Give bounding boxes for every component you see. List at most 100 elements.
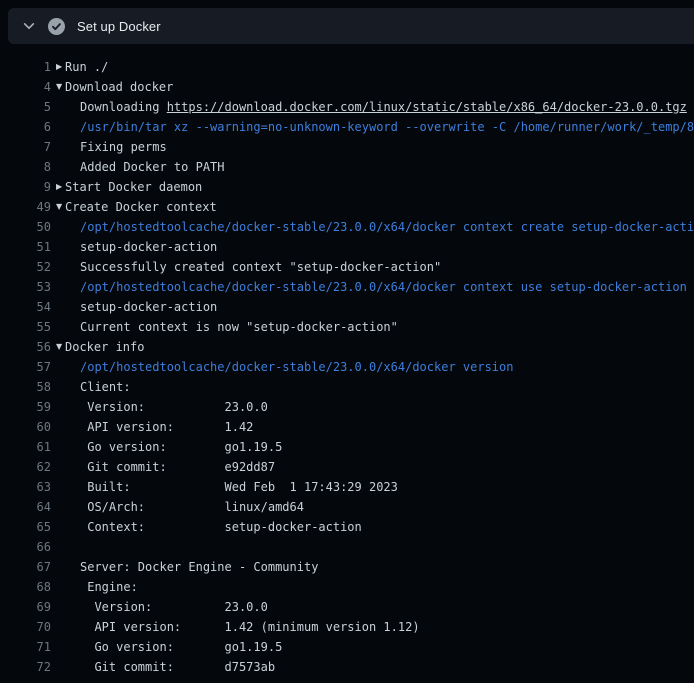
line-number[interactable]: 70 [0,617,51,637]
marker-spacer [56,317,65,337]
line-number[interactable]: 49 [0,197,51,217]
marker-spacer [56,237,65,257]
log-line: 63 Built: Wed Feb 1 17:43:29 2023 [0,477,694,497]
line-number[interactable]: 64 [0,497,51,517]
line-number[interactable]: 50 [0,217,51,237]
log-command-text: /opt/hostedtoolcache/docker-stable/23.0.… [65,357,513,377]
log-line: 65 Context: setup-docker-action [0,517,694,537]
disclosure-triangle-icon: ▶ [56,57,65,77]
log-text: Go version: go1.19.5 [65,637,282,657]
disclosure-triangle-icon: ▼ [56,77,65,97]
marker-spacer [56,137,65,157]
marker-spacer [56,657,65,677]
log-line: 68 Engine: [0,577,694,597]
line-number[interactable]: 53 [0,277,51,297]
log-text: Start Docker daemon [65,177,202,197]
line-number[interactable]: 7 [0,137,51,157]
marker-spacer [56,537,65,557]
log-group-row[interactable]: 9▶Start Docker daemon [0,177,694,197]
log-text: Built: Wed Feb 1 17:43:29 2023 [65,477,398,497]
log-line: 8 Added Docker to PATH [0,157,694,177]
log-group-row[interactable]: 4▼Download docker [0,77,694,97]
log-text: Run ./ [65,57,108,77]
log-group-row[interactable]: 49▼Create Docker context [0,197,694,217]
log-line: 54setup-docker-action [0,297,694,317]
line-number[interactable]: 8 [0,157,51,177]
log-text: Go version: go1.19.5 [65,437,282,457]
marker-spacer [56,397,65,417]
log-line-body: Current context is now "setup-docker-act… [56,317,398,337]
marker-spacer [56,497,65,517]
line-number[interactable]: 6 [0,117,51,137]
line-number[interactable]: 71 [0,637,51,657]
log-line-body: Server: Docker Engine - Community [56,557,318,577]
line-number[interactable]: 60 [0,417,51,437]
log-text: Client: [65,377,131,397]
step-title: Set up Docker [77,19,161,34]
line-number[interactable]: 57 [0,357,51,377]
log-group-row[interactable]: 1▶Run ./ [0,57,694,77]
log-link[interactable]: https://download.docker.com/linux/static… [167,100,687,114]
log-text: Engine: [65,577,138,597]
line-number[interactable]: 51 [0,237,51,257]
marker-spacer [56,517,65,537]
chevron-down-icon[interactable] [22,19,36,33]
log-line-body: /opt/hostedtoolcache/docker-stable/23.0.… [56,217,694,237]
log-text: Fixing perms [65,137,167,157]
line-number[interactable]: 59 [0,397,51,417]
line-number[interactable]: 66 [0,537,51,557]
line-number[interactable]: 65 [0,517,51,537]
line-number[interactable]: 55 [0,317,51,337]
log-line-body: /opt/hostedtoolcache/docker-stable/23.0.… [56,277,687,297]
log-line-body: setup-docker-action [56,237,217,257]
line-number[interactable]: 54 [0,297,51,317]
line-number[interactable]: 68 [0,577,51,597]
line-number[interactable]: 52 [0,257,51,277]
marker-spacer [56,477,65,497]
log-text: Git commit: e92dd87 [65,457,275,477]
log-text: Create Docker context [65,197,217,217]
line-number[interactable]: 4 [0,77,51,97]
log-group-row[interactable]: 56▼Docker info [0,337,694,357]
log-line-body: API version: 1.42 [56,417,253,437]
marker-spacer [56,557,65,577]
line-number[interactable]: 72 [0,657,51,677]
log-line-body: Successfully created context "setup-dock… [56,257,441,277]
line-number[interactable]: 69 [0,597,51,617]
line-number[interactable]: 1 [0,57,51,77]
log-line-body: Version: 23.0.0 [56,397,268,417]
line-number[interactable]: 62 [0,457,51,477]
log-viewer: 1▶Run ./4▼Download docker5Downloading ht… [0,44,694,683]
log-line-body: Go version: go1.19.5 [56,437,282,457]
line-number[interactable]: 5 [0,97,51,117]
line-number[interactable]: 63 [0,477,51,497]
log-line: 64 OS/Arch: linux/amd64 [0,497,694,517]
log-line: 50/opt/hostedtoolcache/docker-stable/23.… [0,217,694,237]
log-line-body: Client: [56,377,131,397]
log-command-text: /usr/bin/tar xz --warning=no-unknown-key… [65,117,694,137]
line-number[interactable]: 9 [0,177,51,197]
marker-spacer [56,117,65,137]
log-line: 67 Server: Docker Engine - Community [0,557,694,577]
step-header-set-up-docker[interactable]: Set up Docker [8,8,694,44]
marker-spacer [56,637,65,657]
log-text: Server: Docker Engine - Community [65,557,318,577]
log-line: 57/opt/hostedtoolcache/docker-stable/23.… [0,357,694,377]
line-number[interactable]: 61 [0,437,51,457]
log-line: 70 API version: 1.42 (minimum version 1.… [0,617,694,637]
log-line-body: /usr/bin/tar xz --warning=no-unknown-key… [56,117,694,137]
line-number[interactable]: 56 [0,337,51,357]
log-line: 7 Fixing perms [0,137,694,157]
marker-spacer [56,217,65,237]
log-line-body: Context: setup-docker-action [56,517,362,537]
log-text: Successfully created context "setup-dock… [65,257,441,277]
log-line-body: Built: Wed Feb 1 17:43:29 2023 [56,477,398,497]
log-line: 59 Version: 23.0.0 [0,397,694,417]
line-number[interactable]: 67 [0,557,51,577]
log-line: 53/opt/hostedtoolcache/docker-stable/23.… [0,277,694,297]
line-number[interactable]: 58 [0,377,51,397]
log-text: Current context is now "setup-docker-act… [65,317,398,337]
log-line: 72 Git commit: d7573ab [0,657,694,677]
log-text: Added Docker to PATH [65,157,225,177]
marker-spacer [56,97,65,117]
